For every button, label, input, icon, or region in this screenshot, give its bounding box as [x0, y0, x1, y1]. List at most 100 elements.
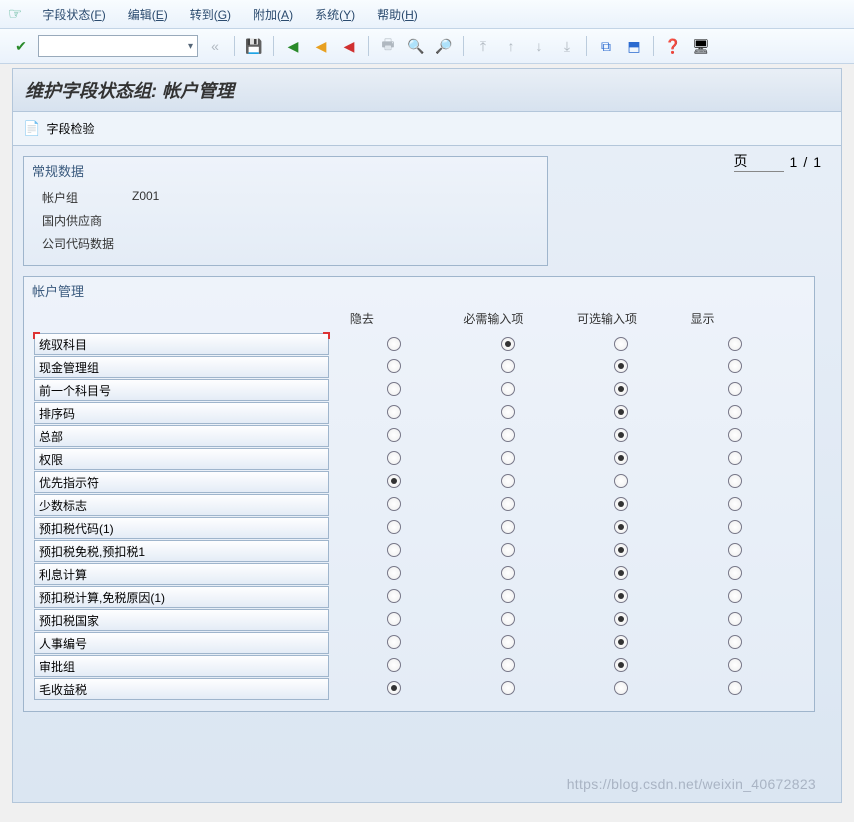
field-name[interactable]: 利息计算 — [34, 563, 329, 585]
new-session-icon[interactable]: ⧉ — [595, 35, 617, 57]
check-icon[interactable]: 📄 — [23, 120, 40, 137]
exit-icon[interactable]: ◀ — [310, 35, 332, 57]
field-name[interactable]: 预扣税国家 — [34, 609, 329, 631]
radio-option[interactable] — [501, 612, 515, 626]
back-icon[interactable]: ◀ — [282, 35, 304, 57]
radio-option[interactable] — [728, 451, 742, 465]
app-menu-icon[interactable]: ☞ — [8, 4, 22, 24]
radio-option[interactable] — [614, 681, 628, 695]
radio-option[interactable] — [614, 543, 628, 557]
radio-option[interactable] — [728, 658, 742, 672]
menu-item[interactable]: 系统(Y) — [315, 8, 355, 22]
radio-option[interactable] — [614, 405, 628, 419]
radio-option[interactable] — [501, 589, 515, 603]
radio-option[interactable] — [728, 681, 742, 695]
radio-option[interactable] — [614, 520, 628, 534]
radio-option[interactable] — [614, 359, 628, 373]
radio-option[interactable] — [614, 428, 628, 442]
radio-option[interactable] — [501, 497, 515, 511]
radio-option[interactable] — [728, 635, 742, 649]
radio-option[interactable] — [387, 428, 401, 442]
radio-option[interactable] — [728, 337, 742, 351]
chevron-left-icon[interactable]: « — [204, 35, 226, 57]
radio-option[interactable] — [728, 428, 742, 442]
radio-option[interactable] — [614, 612, 628, 626]
radio-option[interactable] — [501, 382, 515, 396]
cancel-icon[interactable]: ◀ — [338, 35, 360, 57]
menu-item[interactable]: 帮助(H) — [377, 8, 418, 22]
radio-option[interactable] — [728, 497, 742, 511]
radio-option[interactable] — [387, 382, 401, 396]
radio-option[interactable] — [387, 497, 401, 511]
radio-option[interactable] — [614, 589, 628, 603]
radio-option[interactable] — [501, 543, 515, 557]
radio-option[interactable] — [501, 428, 515, 442]
radio-option[interactable] — [728, 543, 742, 557]
save-icon[interactable]: 💾 — [243, 35, 265, 57]
radio-option[interactable] — [614, 497, 628, 511]
radio-option[interactable] — [501, 337, 515, 351]
command-field[interactable] — [38, 35, 198, 57]
radio-option[interactable] — [614, 474, 628, 488]
radio-option[interactable] — [501, 359, 515, 373]
radio-option[interactable] — [614, 566, 628, 580]
radio-option[interactable] — [728, 382, 742, 396]
radio-option[interactable] — [387, 681, 401, 695]
radio-option[interactable] — [728, 566, 742, 580]
radio-option[interactable] — [728, 405, 742, 419]
radio-option[interactable] — [614, 451, 628, 465]
radio-option[interactable] — [614, 337, 628, 351]
field-name[interactable]: 预扣税免税,预扣税1 — [34, 540, 329, 562]
radio-option[interactable] — [387, 566, 401, 580]
radio-option[interactable] — [501, 474, 515, 488]
layout-icon[interactable]: 🖥 — [690, 35, 712, 57]
field-name[interactable]: 审批组 — [34, 655, 329, 677]
field-name[interactable]: 预扣税代码(1) — [34, 517, 329, 539]
field-name[interactable]: 预扣税计算,免税原因(1) — [34, 586, 329, 608]
radio-option[interactable] — [501, 635, 515, 649]
help-icon[interactable]: ❓ — [662, 35, 684, 57]
radio-option[interactable] — [387, 451, 401, 465]
ok-icon[interactable]: ✔ — [10, 35, 32, 57]
field-name[interactable]: 优先指示符 — [34, 471, 329, 493]
field-name[interactable]: 少数标志 — [34, 494, 329, 516]
radio-option[interactable] — [387, 337, 401, 351]
radio-option[interactable] — [387, 474, 401, 488]
field-name[interactable]: 现金管理组 — [34, 356, 329, 378]
field-name[interactable]: 人事编号 — [34, 632, 329, 654]
menu-item[interactable]: 字段状态(F) — [42, 8, 105, 22]
radio-option[interactable] — [614, 658, 628, 672]
menu-item[interactable]: 编辑(E) — [128, 8, 168, 22]
radio-option[interactable] — [728, 612, 742, 626]
radio-option[interactable] — [728, 589, 742, 603]
radio-option[interactable] — [387, 589, 401, 603]
radio-option[interactable] — [501, 451, 515, 465]
radio-option[interactable] — [387, 612, 401, 626]
field-name[interactable]: 排序码 — [34, 402, 329, 424]
field-name[interactable]: 总部 — [34, 425, 329, 447]
menu-item[interactable]: 转到(G) — [190, 8, 231, 22]
field-name[interactable]: 毛收益税 — [34, 678, 329, 700]
field-name[interactable]: 统驭科目 — [34, 333, 329, 355]
radio-option[interactable] — [501, 658, 515, 672]
menu-item[interactable]: 附加(A) — [253, 8, 293, 22]
radio-option[interactable] — [501, 520, 515, 534]
radio-option[interactable] — [501, 681, 515, 695]
radio-option[interactable] — [614, 635, 628, 649]
field-check-label[interactable]: 字段检验 — [46, 120, 94, 137]
radio-option[interactable] — [614, 382, 628, 396]
radio-option[interactable] — [501, 566, 515, 580]
radio-option[interactable] — [387, 543, 401, 557]
radio-option[interactable] — [387, 520, 401, 534]
radio-option[interactable] — [728, 474, 742, 488]
shortcut-icon[interactable]: ⬒ — [623, 35, 645, 57]
field-name[interactable]: 前一个科目号 — [34, 379, 329, 401]
radio-option[interactable] — [387, 359, 401, 373]
field-name[interactable]: 权限 — [34, 448, 329, 470]
radio-option[interactable] — [728, 359, 742, 373]
radio-option[interactable] — [387, 405, 401, 419]
radio-option[interactable] — [501, 405, 515, 419]
radio-option[interactable] — [387, 658, 401, 672]
radio-option[interactable] — [728, 520, 742, 534]
radio-option[interactable] — [387, 635, 401, 649]
